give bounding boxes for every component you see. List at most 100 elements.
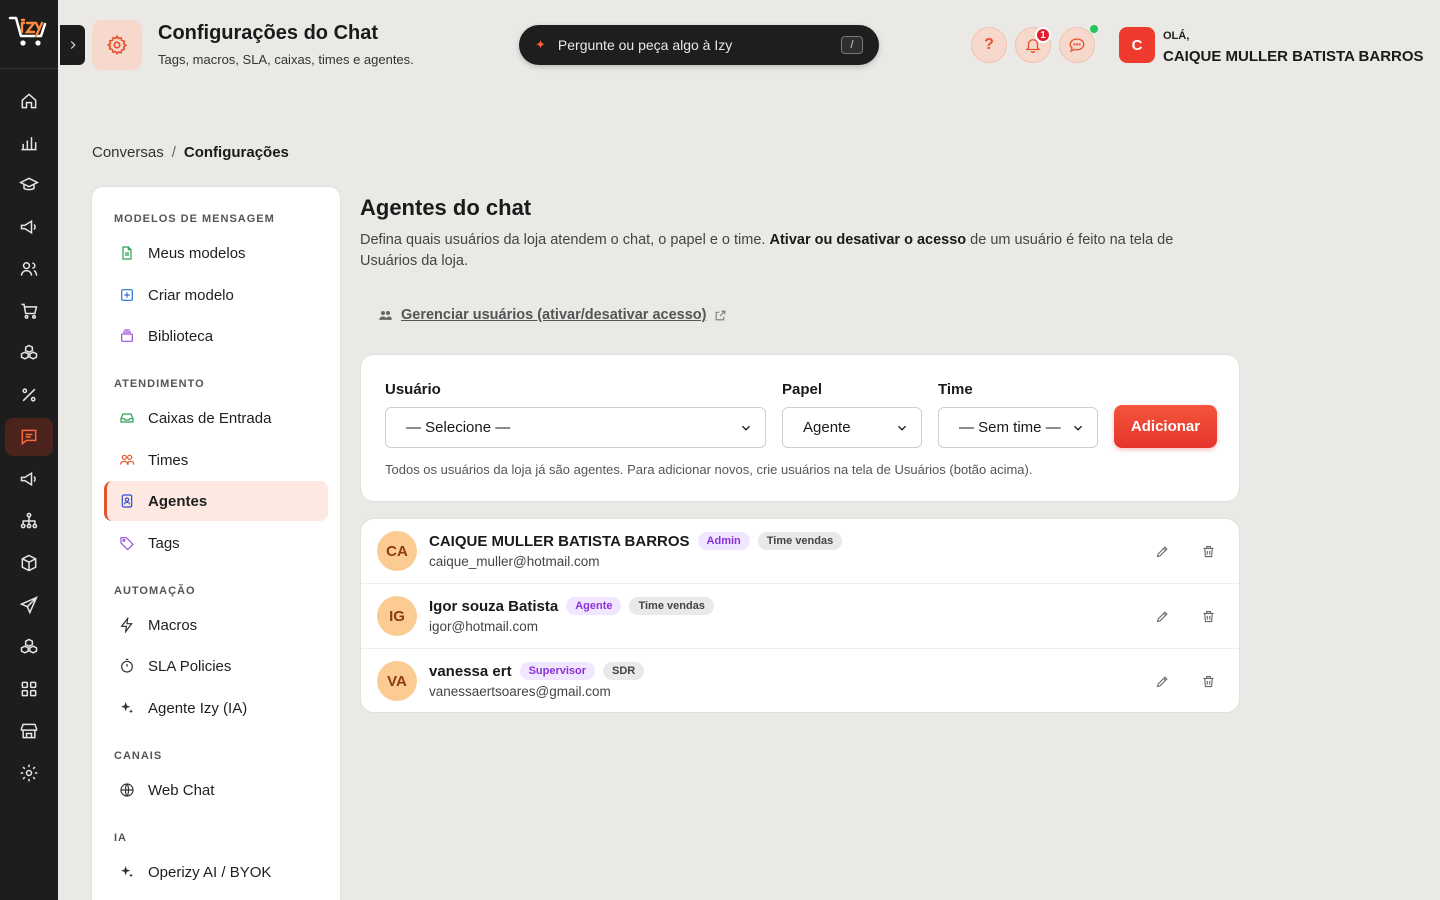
boxes-icon[interactable] xyxy=(17,341,41,365)
settings-gear-icon[interactable] xyxy=(17,761,41,785)
chevron-down-icon xyxy=(898,425,906,431)
team-select[interactable]: — Sem time — xyxy=(938,407,1098,448)
chat-bubble-icon xyxy=(1069,38,1085,53)
academy-icon[interactable] xyxy=(17,173,41,197)
role-field-label: Papel xyxy=(782,381,823,398)
menu-item-sla-policies[interactable]: SLA Policies xyxy=(104,646,328,686)
plus-square-icon xyxy=(118,286,136,304)
hierarchy-icon[interactable] xyxy=(17,509,41,533)
user-select[interactable]: — Selecione — xyxy=(385,407,766,448)
add-agent-button[interactable]: Adicionar xyxy=(1114,405,1217,448)
menu-item-times[interactable]: Times xyxy=(104,440,328,480)
izy-logo[interactable] xyxy=(8,12,50,52)
breadcrumb-conversas[interactable]: Conversas xyxy=(92,144,164,161)
breadcrumb-separator: / xyxy=(171,144,176,161)
team-icon xyxy=(118,451,136,469)
user-select-value: — Selecione — xyxy=(406,419,511,436)
role-select[interactable]: Agente xyxy=(782,407,922,448)
send-icon[interactable] xyxy=(17,593,41,617)
user-avatar[interactable]: C xyxy=(1119,27,1155,63)
help-button[interactable]: ? xyxy=(971,27,1007,63)
menu-item-biblioteca[interactable]: Biblioteca xyxy=(104,316,328,356)
menu-item-web-chat[interactable]: Web Chat xyxy=(104,770,328,810)
menu-item-label: Meus modelos xyxy=(148,244,246,262)
search-placeholder: Pergunte ou peça algo à Izy xyxy=(557,37,733,53)
menu-item-caixas-entrada[interactable]: Caixas de Entrada xyxy=(104,398,328,438)
role-select-value: Agente xyxy=(803,419,851,436)
library-icon xyxy=(118,327,136,345)
megaphone-icon[interactable] xyxy=(17,215,41,239)
team-badge: SDR xyxy=(603,662,645,680)
store-icon[interactable] xyxy=(17,719,41,743)
form-hint: Todos os usuários da loja já são agentes… xyxy=(385,462,1033,477)
agent-row: VA vanessa ert Supervisor SDR vanessaert… xyxy=(361,649,1239,712)
menu-item-agentes[interactable]: Agentes xyxy=(104,481,328,521)
menu-item-criar-modelo[interactable]: Criar modelo xyxy=(104,275,328,315)
edit-agent-button[interactable] xyxy=(1152,606,1172,626)
chat-icon[interactable] xyxy=(17,425,41,449)
agent-name: CAIQUE MULLER BATISTA BARROS xyxy=(429,532,690,550)
menu-section-title: CANAIS xyxy=(114,750,163,762)
rail-divider xyxy=(0,68,58,69)
percent-icon[interactable] xyxy=(17,383,41,407)
home-icon[interactable] xyxy=(17,89,41,113)
menu-item-label: SLA Policies xyxy=(148,657,232,675)
agent-name: Igor souza Batista xyxy=(429,597,559,615)
menu-item-label: Criar modelo xyxy=(148,286,234,304)
menu-item-label: Agente Izy (IA) xyxy=(148,699,248,717)
breadcrumb-current: Configurações xyxy=(183,144,289,161)
izy-search-bar[interactable]: ✦ Pergunte ou peça algo à Izy / xyxy=(519,25,879,65)
menu-item-operizy-ai[interactable]: Operizy AI / BYOK xyxy=(104,852,328,892)
analytics-icon[interactable] xyxy=(17,131,41,155)
delete-agent-button[interactable] xyxy=(1198,541,1218,561)
sparkle-icon xyxy=(118,863,136,881)
menu-item-label: Agentes xyxy=(148,492,208,510)
integrations-icon[interactable] xyxy=(17,635,41,659)
team-badge: Time vendas xyxy=(757,532,843,550)
delete-agent-button[interactable] xyxy=(1198,606,1218,626)
sparkle-icon: ✦ xyxy=(535,37,546,52)
agent-row: CA CAIQUE MULLER BATISTA BARROS Admin Ti… xyxy=(361,519,1239,584)
edit-agent-button[interactable] xyxy=(1152,671,1172,691)
team-badge: Time vendas xyxy=(629,597,714,615)
menu-item-label: Operizy AI / BYOK xyxy=(148,863,272,881)
menu-item-label: Macros xyxy=(148,616,198,634)
manage-users-label: Gerenciar usuários (ativar/desativar ace… xyxy=(401,307,707,323)
menu-item-meus-modelos[interactable]: Meus modelos xyxy=(104,233,328,273)
manage-users-link[interactable]: Gerenciar usuários (ativar/desativar ace… xyxy=(378,307,727,323)
online-status-dot xyxy=(1090,25,1098,33)
external-link-icon xyxy=(716,310,726,320)
edit-agent-button[interactable] xyxy=(1152,541,1172,561)
help-icon: ? xyxy=(984,36,994,53)
package-icon[interactable] xyxy=(17,551,41,575)
pencil-icon xyxy=(1156,675,1168,687)
menu-item-tags[interactable]: Tags xyxy=(104,523,328,563)
campaign-icon[interactable] xyxy=(17,467,41,491)
cart-icon[interactable] xyxy=(17,299,41,323)
users-icon[interactable] xyxy=(17,257,41,281)
notification-count-badge: 1 xyxy=(1035,27,1051,43)
agent-name-line: CAIQUE MULLER BATISTA BARROS Admin Time … xyxy=(429,532,843,550)
messages-button[interactable] xyxy=(1059,27,1095,63)
users-icon xyxy=(379,310,392,320)
inbox-icon xyxy=(118,409,136,427)
trash-icon xyxy=(1203,675,1213,687)
pencil-icon xyxy=(1156,545,1168,557)
chevron-down-icon xyxy=(742,425,750,431)
settings-menu: MODELOS DE MENSAGEM Meus modelos Criar m… xyxy=(91,186,341,900)
chevron-right-icon xyxy=(70,41,76,49)
settings-gear-icon xyxy=(92,20,142,70)
page-title: Configurações do Chat xyxy=(158,22,379,44)
agent-email: igor@hotmail.com xyxy=(429,619,538,634)
menu-item-agente-izy[interactable]: Agente Izy (IA) xyxy=(104,688,328,728)
apps-grid-icon[interactable] xyxy=(17,677,41,701)
pencil-icon xyxy=(1156,610,1168,622)
rail-expand-toggle[interactable] xyxy=(60,25,85,65)
menu-section-title: ATENDIMENTO xyxy=(114,378,205,390)
menu-item-macros[interactable]: Macros xyxy=(104,605,328,645)
menu-item-label: Biblioteca xyxy=(148,327,214,345)
add-agent-form: Usuário — Selecione — Papel Agente Time … xyxy=(360,354,1240,502)
role-badge: Agente xyxy=(566,597,622,615)
delete-agent-button[interactable] xyxy=(1198,671,1218,691)
user-name[interactable]: CAIQUE MULLER BATISTA BARROS xyxy=(1163,48,1424,65)
